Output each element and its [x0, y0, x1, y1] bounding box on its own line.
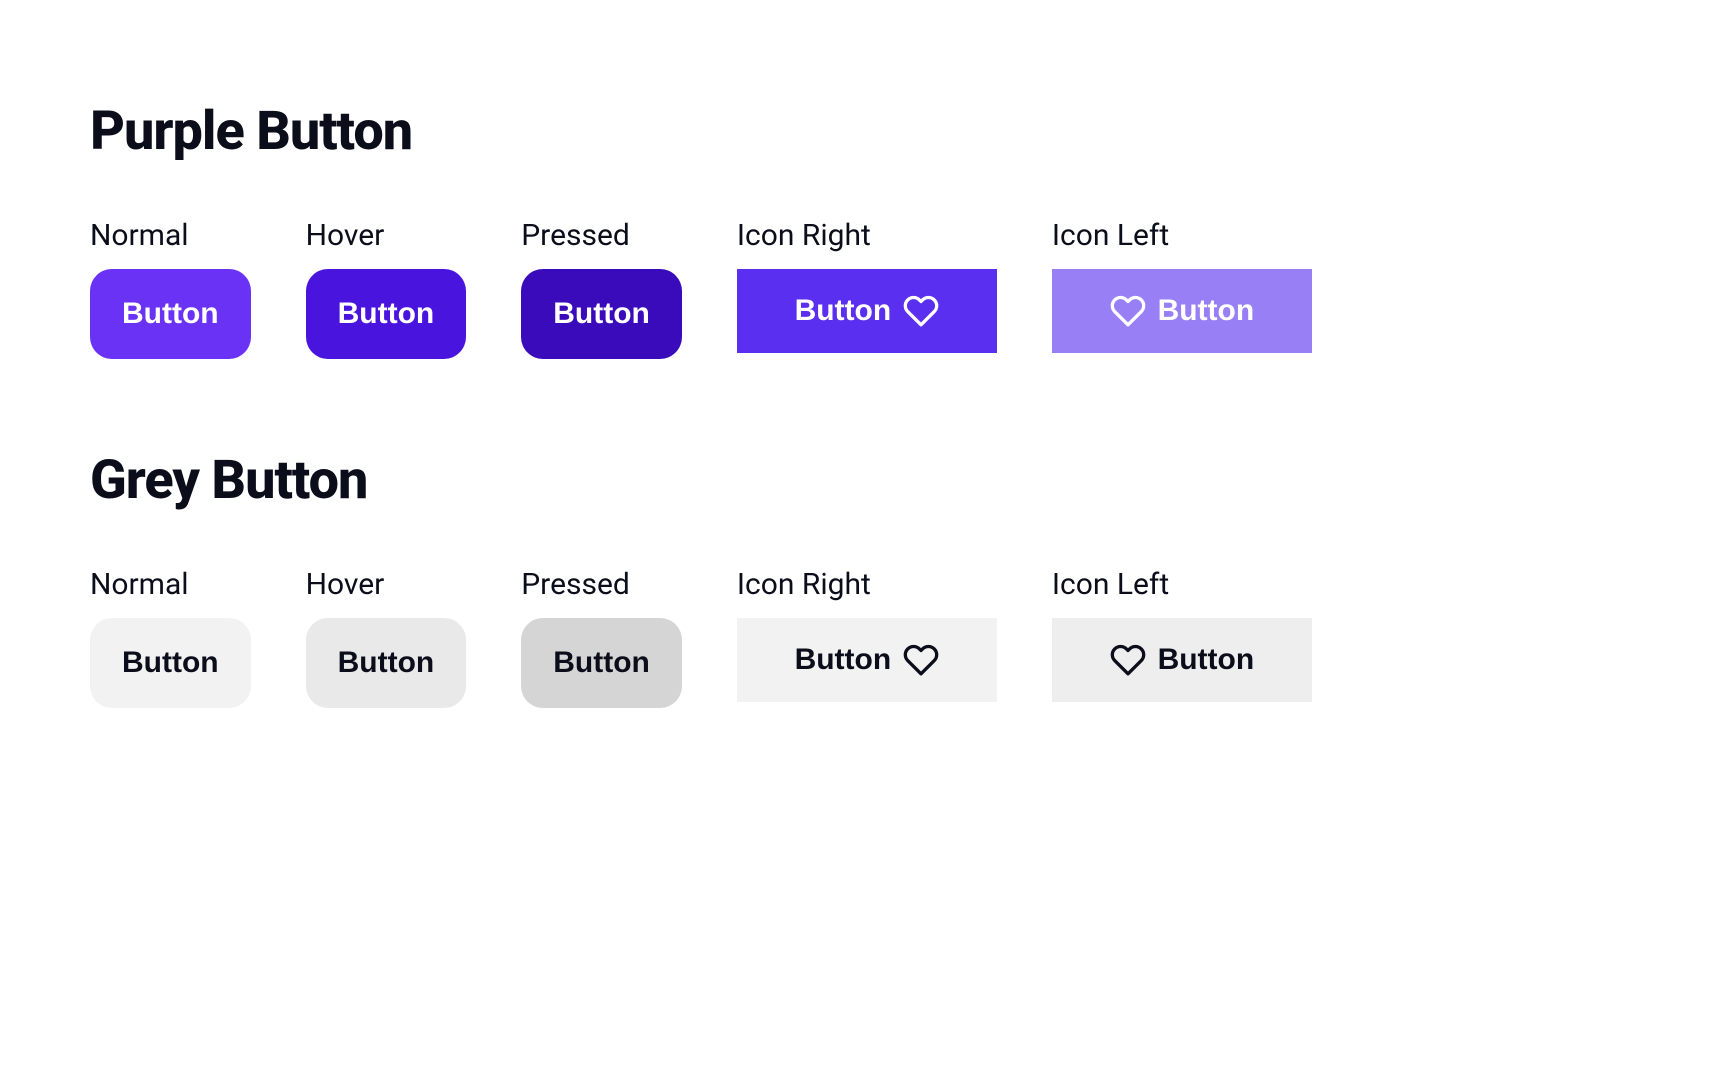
purple-button-section: Purple Button Normal Button Hover Button…	[90, 100, 1638, 359]
state-label-icon-left: Icon Left	[1052, 567, 1312, 602]
state-label-icon-right: Icon Right	[737, 218, 997, 253]
button-label: Button	[1158, 643, 1255, 677]
grey-pressed-col: Pressed Button	[521, 567, 682, 708]
grey-icon-left-col: Icon Left Button	[1052, 567, 1312, 708]
heart-icon	[1110, 642, 1146, 678]
purple-button-normal[interactable]: Button	[90, 269, 251, 359]
grey-hover-col: Hover Button	[306, 567, 467, 708]
grey-button-pressed[interactable]: Button	[521, 618, 682, 708]
grey-section-title: Grey Button	[90, 449, 1638, 512]
purple-pressed-col: Pressed Button	[521, 218, 682, 359]
purple-icon-right-col: Icon Right Button	[737, 218, 997, 359]
grey-button-icon-right[interactable]: Button	[737, 618, 997, 702]
purple-button-row: Normal Button Hover Button Pressed Butto…	[90, 218, 1638, 359]
heart-icon	[1110, 293, 1146, 329]
purple-button-pressed[interactable]: Button	[521, 269, 682, 359]
purple-hover-col: Hover Button	[306, 218, 467, 359]
button-label: Button	[795, 643, 892, 677]
purple-button-icon-right[interactable]: Button	[737, 269, 997, 353]
button-label: Button	[338, 297, 435, 331]
grey-icon-right-col: Icon Right Button	[737, 567, 997, 708]
button-label: Button	[553, 297, 650, 331]
grey-button-hover[interactable]: Button	[306, 618, 467, 708]
purple-normal-col: Normal Button	[90, 218, 251, 359]
state-label-icon-right: Icon Right	[737, 567, 997, 602]
heart-icon	[903, 293, 939, 329]
button-label: Button	[795, 294, 892, 328]
state-label-hover: Hover	[306, 218, 467, 253]
heart-icon	[903, 642, 939, 678]
button-label: Button	[338, 646, 435, 680]
state-label-hover: Hover	[306, 567, 467, 602]
button-label: Button	[1158, 294, 1255, 328]
purple-button-hover[interactable]: Button	[306, 269, 467, 359]
grey-button-icon-left[interactable]: Button	[1052, 618, 1312, 702]
grey-button-row: Normal Button Hover Button Pressed Butto…	[90, 567, 1638, 708]
grey-normal-col: Normal Button	[90, 567, 251, 708]
grey-button-normal[interactable]: Button	[90, 618, 251, 708]
state-label-icon-left: Icon Left	[1052, 218, 1312, 253]
state-label-pressed: Pressed	[521, 567, 682, 602]
button-label: Button	[122, 297, 219, 331]
button-label: Button	[122, 646, 219, 680]
button-label: Button	[553, 646, 650, 680]
state-label-normal: Normal	[90, 567, 251, 602]
state-label-normal: Normal	[90, 218, 251, 253]
grey-button-section: Grey Button Normal Button Hover Button P…	[90, 449, 1638, 708]
purple-section-title: Purple Button	[90, 100, 1638, 163]
purple-icon-left-col: Icon Left Button	[1052, 218, 1312, 359]
purple-button-icon-left[interactable]: Button	[1052, 269, 1312, 353]
state-label-pressed: Pressed	[521, 218, 682, 253]
